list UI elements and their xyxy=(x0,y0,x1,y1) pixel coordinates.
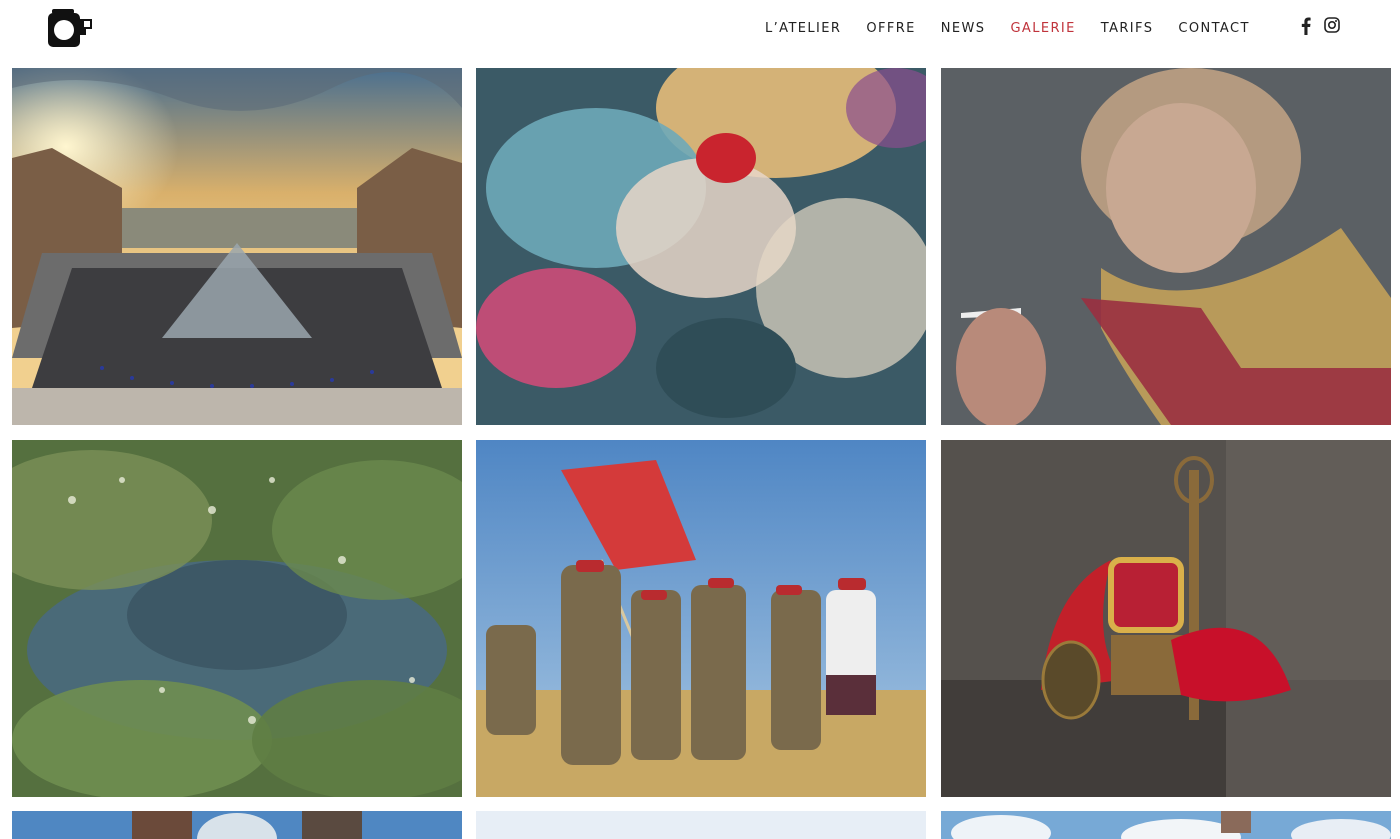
social-links xyxy=(1301,17,1353,35)
gallery-image-clock-partial[interactable] xyxy=(12,811,462,839)
gallery-grid xyxy=(0,0,1400,839)
gallery-image-marchers-red-flag[interactable] xyxy=(476,440,926,797)
site-header: L’ATELIER OFFRE NEWS GALERIE TARIFS CONT… xyxy=(0,0,1400,64)
instagram-icon[interactable] xyxy=(1324,17,1340,35)
nav-item-tarifs[interactable]: TARIFS xyxy=(1101,21,1154,37)
facebook-icon[interactable] xyxy=(1301,17,1311,35)
gallery-image-overgrown-car[interactable] xyxy=(12,440,462,797)
gallery-image-elderly-woman-portrait[interactable] xyxy=(941,68,1391,425)
main-navigation: L’ATELIER OFFRE NEWS GALERIE TARIFS CONT… xyxy=(765,20,1275,38)
nav-item-galerie[interactable]: GALERIE xyxy=(1010,21,1075,37)
nav-item-atelier[interactable]: L’ATELIER xyxy=(765,21,841,37)
gallery-image-clouds-partial[interactable] xyxy=(941,811,1391,839)
nav-item-contact[interactable]: CONTACT xyxy=(1178,21,1249,37)
gallery-image-underwater-abstract[interactable] xyxy=(476,68,926,425)
gallery-image-still-life[interactable] xyxy=(941,440,1391,797)
gallery-image-louvre-pyramid[interactable] xyxy=(12,68,462,425)
nav-item-news[interactable]: NEWS xyxy=(941,21,986,37)
camera-logo-icon[interactable] xyxy=(46,7,94,49)
gallery-image-pale-sky-partial[interactable] xyxy=(476,811,926,839)
nav-item-offre[interactable]: OFFRE xyxy=(866,21,915,37)
